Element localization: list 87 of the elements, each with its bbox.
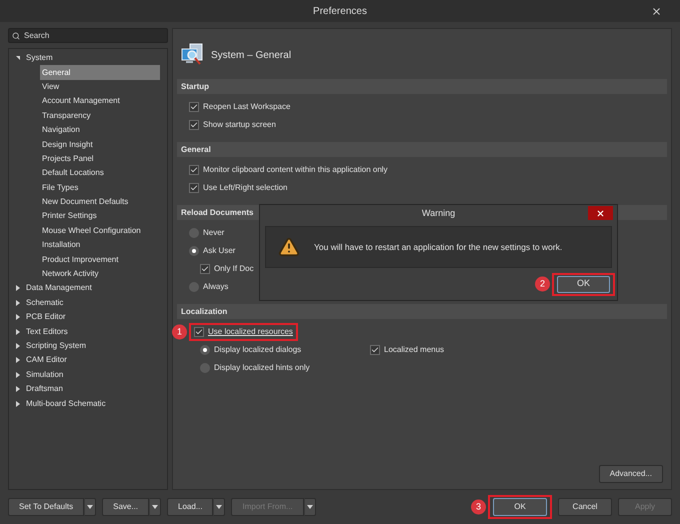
tree-item[interactable]: Multi-board Schematic: [9, 396, 167, 411]
tree-item[interactable]: CAM Editor: [9, 353, 167, 368]
tree-item[interactable]: Product Improvement: [40, 252, 160, 267]
radio-button[interactable]: [189, 282, 199, 292]
radio-button[interactable]: [189, 246, 199, 256]
section-header: Localization: [177, 304, 667, 319]
expand-arrow-icon[interactable]: [16, 372, 20, 378]
footer-button[interactable]: Set To Defaults: [8, 498, 84, 516]
expand-arrow-icon[interactable]: [16, 285, 20, 292]
tree-item[interactable]: Schematic: [9, 296, 167, 310]
tree-item[interactable]: Draftsman: [9, 382, 167, 396]
expand-arrow-icon[interactable]: [16, 357, 20, 364]
tree-item[interactable]: Projects Panel: [40, 152, 160, 166]
warning-icon: [278, 236, 300, 258]
advanced-button[interactable]: Advanced...: [598, 465, 663, 483]
tree-item[interactable]: Design Insight: [40, 137, 160, 152]
tree-item[interactable]: File Types: [40, 180, 160, 195]
tree-item[interactable]: Network Activity: [40, 266, 160, 282]
step-number-badge: 2: [535, 276, 550, 292]
tree-item[interactable]: System: [9, 51, 167, 66]
close-button[interactable]: [588, 206, 613, 220]
tree-item[interactable]: General: [40, 65, 160, 80]
checkbox[interactable]: [194, 327, 204, 337]
tree-item[interactable]: Installation: [40, 238, 160, 252]
option-label: Display localized dialogs: [214, 344, 302, 356]
dialog-message: You will have to restart an application for the new settings to work.: [314, 240, 562, 254]
dropdown-arrow-button[interactable]: [149, 498, 162, 516]
tree-item[interactable]: New Document Defaults: [40, 194, 160, 210]
radio-button[interactable]: [189, 228, 199, 238]
footer-button[interactable]: Cancel: [558, 498, 612, 516]
option-label: Monitor clipboard content within this application only: [203, 164, 388, 176]
footer-button[interactable]: Save...: [102, 498, 150, 516]
expand-arrow-icon[interactable]: [16, 328, 20, 335]
page-title: System – General: [211, 48, 292, 62]
tree-item[interactable]: View: [40, 80, 160, 94]
tree-item[interactable]: Navigation: [40, 122, 160, 138]
ok-button[interactable]: OK: [557, 276, 610, 292]
checkbox[interactable]: [189, 165, 199, 175]
close-icon: [596, 208, 605, 218]
tree-item[interactable]: Mouse Wheel Configuration: [40, 224, 160, 238]
checkbox[interactable]: [200, 264, 210, 274]
dropdown-arrow-button[interactable]: [84, 498, 96, 516]
tree-item[interactable]: Account Management: [40, 94, 160, 109]
radio-button[interactable]: [200, 363, 210, 373]
section-header: General: [177, 142, 667, 157]
footer-button[interactable]: Load...: [167, 498, 214, 516]
dialog-title: Warning: [422, 207, 456, 220]
tree-item[interactable]: Scripting System: [9, 338, 167, 354]
radio-button[interactable]: [200, 345, 210, 355]
expand-arrow-icon[interactable]: [16, 314, 20, 320]
expand-arrow-icon[interactable]: [16, 400, 20, 407]
option-label: Ask User: [203, 245, 236, 257]
option-label: Display localized hints only: [214, 362, 310, 374]
tree-item[interactable]: Transparency: [40, 108, 160, 123]
expand-arrow-icon[interactable]: [16, 343, 20, 349]
checkbox[interactable]: [189, 183, 199, 193]
search-icon: [12, 32, 20, 40]
tree-item[interactable]: PCB Editor: [9, 310, 167, 324]
expand-arrow-icon[interactable]: [16, 300, 20, 306]
tree-item[interactable]: Printer Settings: [40, 209, 160, 224]
footer-button[interactable]: OK: [493, 498, 547, 516]
monitor-magnifier-icon: [181, 43, 205, 67]
option-label: Never: [203, 227, 224, 239]
tree-item[interactable]: Data Management: [9, 281, 167, 296]
checkbox[interactable]: [189, 102, 199, 112]
option-label: Always: [203, 281, 228, 293]
option-label: Show startup screen: [203, 119, 276, 131]
step-number-badge: 3: [471, 500, 486, 514]
option-label: Localized menus: [384, 344, 444, 356]
close-icon[interactable]: [651, 6, 662, 16]
tree-item[interactable]: Text Editors: [9, 324, 167, 339]
checkbox[interactable]: [189, 120, 199, 130]
option-label: Only If Doc: [214, 263, 254, 275]
option-label: Use Left/Right selection: [203, 182, 288, 194]
dropdown-arrow-button[interactable]: [213, 498, 226, 516]
window-title: Preferences: [313, 4, 367, 18]
dropdown-arrow-button[interactable]: [304, 498, 316, 516]
tree-item[interactable]: Default Locations: [40, 166, 160, 181]
search-field[interactable]: Search: [8, 28, 168, 43]
option-label: Reopen Last Workspace: [203, 101, 290, 113]
expand-arrow-icon[interactable]: [16, 386, 20, 392]
section-header: Startup: [177, 79, 667, 94]
checkbox[interactable]: [370, 345, 380, 355]
tree-item[interactable]: Simulation: [9, 368, 167, 382]
collapse-arrow-icon[interactable]: [16, 56, 20, 60]
option-label: Use localized resources: [208, 326, 293, 338]
step-number-badge: 1: [172, 324, 187, 340]
